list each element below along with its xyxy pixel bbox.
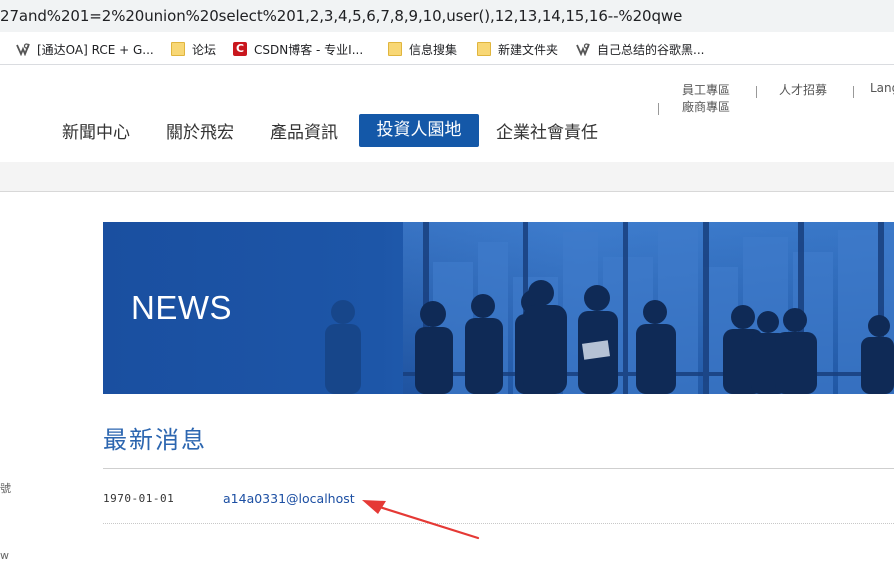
separator	[756, 86, 757, 98]
address-bar[interactable]: 27and%201=2%20union%20select%201,2,3,4,5…	[0, 0, 894, 32]
url-text[interactable]: 27and%201=2%20union%20select%201,2,3,4,5…	[0, 7, 682, 25]
bookmark-label: CSDN博客 - 专业I...	[254, 42, 364, 57]
bookmark-3[interactable]: C CSDN博客 - 专业I...	[233, 40, 363, 58]
divider-dotted	[103, 523, 894, 524]
folder-icon	[477, 42, 491, 56]
bookmark-label: 新建文件夹	[498, 42, 559, 57]
nav-about[interactable]: 關於飛宏	[166, 118, 234, 143]
left-edge-text: 號	[0, 482, 11, 495]
bookmark-6[interactable]: 自己总结的谷歌黑...	[576, 40, 704, 58]
language-link[interactable]: Lang	[870, 81, 894, 95]
bookmark-2[interactable]: 论坛	[171, 40, 216, 58]
bookmark-4[interactable]: 信息搜集	[388, 40, 457, 58]
separator	[853, 86, 854, 98]
separator	[658, 103, 659, 115]
employee-link[interactable]: 員工專區	[682, 81, 730, 98]
folder-icon	[171, 42, 185, 56]
banner-title: NEWS	[131, 289, 232, 326]
bookmark-1[interactable]: [通达OA] RCE + G...	[16, 40, 154, 58]
csdn-icon: C	[233, 42, 247, 56]
vendor-link[interactable]: 廠商專區	[682, 98, 730, 115]
careers-link[interactable]: 人才招募	[779, 81, 827, 98]
divider	[103, 468, 894, 469]
bookmark-label: 自己总结的谷歌黑...	[597, 42, 705, 57]
nav-news-center[interactable]: 新聞中心	[62, 118, 130, 143]
bookmark-5[interactable]: 新建文件夹	[477, 40, 558, 58]
vuln-site-icon	[16, 42, 30, 56]
nav-products[interactable]: 產品資訊	[270, 118, 338, 143]
bookmark-label: 论坛	[192, 42, 217, 57]
bookmark-label: 信息搜集	[409, 42, 458, 57]
nav-csr[interactable]: 企業社會責任	[496, 118, 598, 143]
news-title-link[interactable]: a14a0331@localhost	[223, 491, 355, 506]
section-title: 最新消息	[103, 426, 207, 454]
vuln-site-icon	[576, 42, 590, 56]
news-date: 1970-01-01	[103, 492, 175, 505]
annotation-arrow-icon	[356, 492, 486, 551]
header-band	[0, 162, 894, 192]
left-edge-text: w	[0, 549, 9, 562]
bookmark-label: [通达OA] RCE + G...	[37, 42, 154, 57]
nav-investors-active[interactable]: 投資人園地	[359, 114, 479, 147]
folder-icon	[388, 42, 402, 56]
